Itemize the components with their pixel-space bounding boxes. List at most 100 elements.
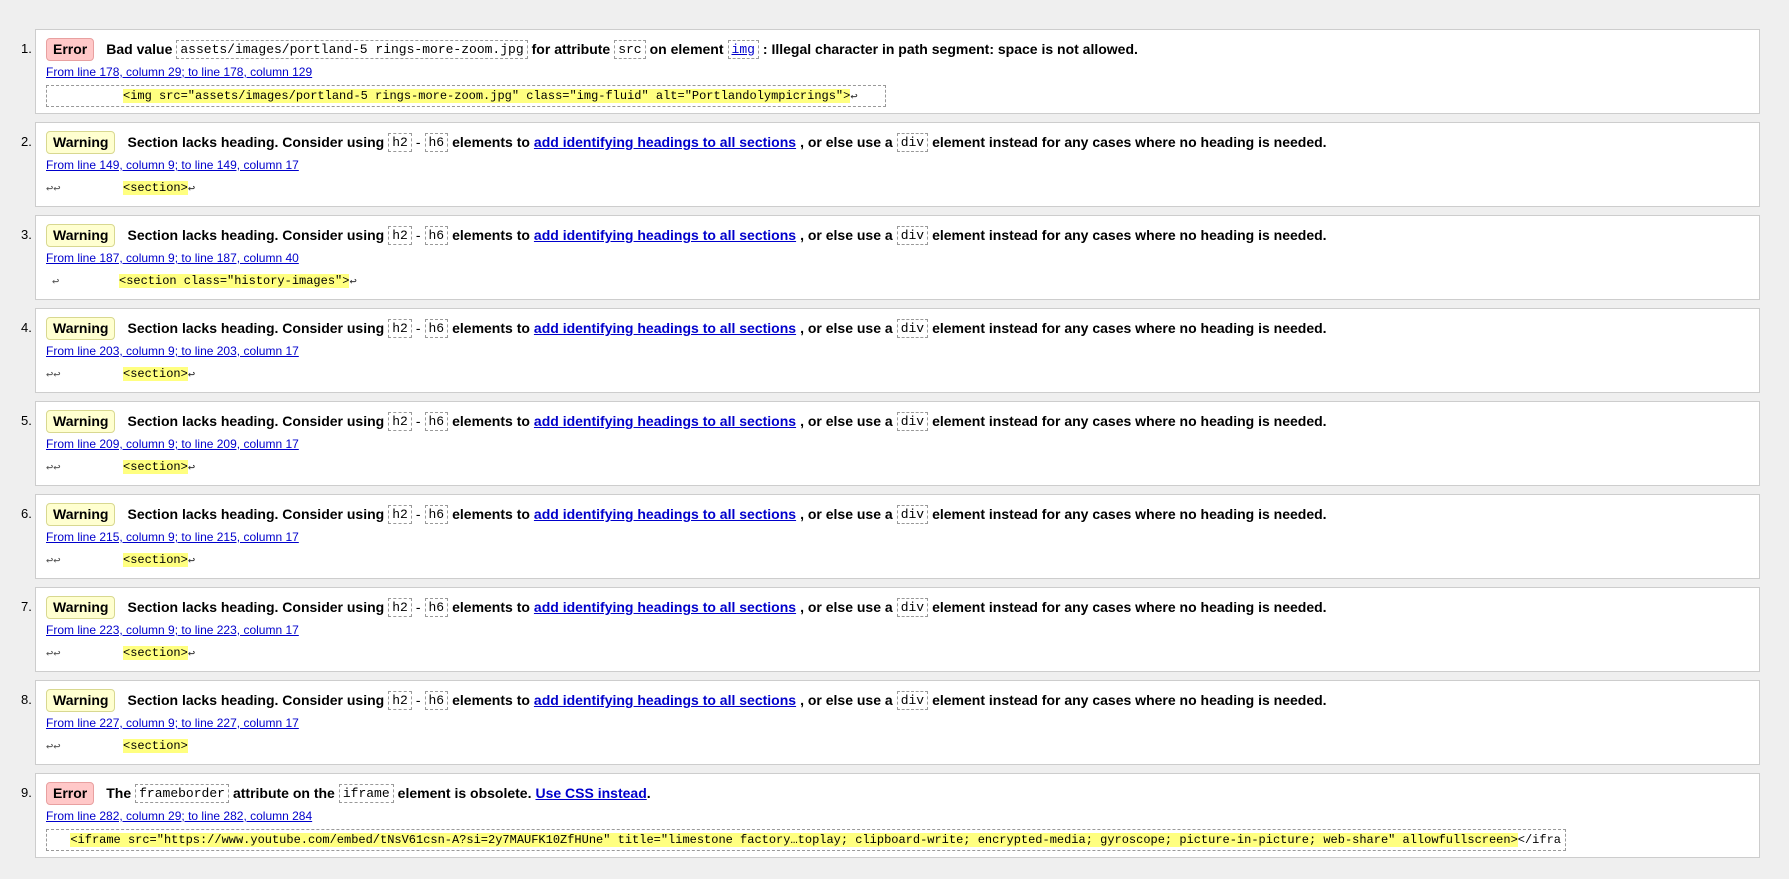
message-segment: element instead for any cases where no h… [932, 599, 1327, 615]
message-text: Warning Section lacks heading. Consider … [46, 409, 1327, 433]
message-segment: Section lacks heading. Consider using [127, 134, 385, 150]
message-segment: element instead for any cases where no h… [932, 320, 1327, 336]
code-div: div [896, 690, 929, 710]
message-number: 2. [21, 134, 32, 149]
message-segment: , or else use a [800, 692, 893, 708]
code-h2: h2 [388, 132, 412, 152]
headings-help-link[interactable]: add identifying headings to all sections [534, 692, 796, 708]
message-item: 9. Error The frameborder attribute on th… [21, 773, 1760, 858]
message-segment: elements to [452, 134, 530, 150]
return-icon: ↩↩ [46, 739, 61, 754]
location-link[interactable]: From line 209, column 9; to line 209, co… [46, 437, 299, 451]
code-element-link[interactable]: img [727, 39, 759, 59]
return-icon: ↩↩ [46, 460, 61, 475]
code-h2: h2 [388, 504, 412, 524]
extract-highlight: <section> [123, 646, 188, 660]
message-segment: element instead for any cases where no h… [932, 506, 1327, 522]
message-segment: , or else use a [800, 413, 893, 429]
return-icon: ↩ [187, 181, 196, 196]
message-text: Warning Section lacks heading. Consider … [46, 688, 1327, 712]
headings-help-link[interactable]: add identifying headings to all sections [534, 134, 796, 150]
message-text: Warning Section lacks heading. Consider … [46, 502, 1327, 526]
source-extract: ↩↩ <section> ↩ [46, 364, 195, 384]
message-segment: element instead for any cases where no h… [932, 413, 1327, 429]
message-segment: Section lacks heading. Consider using [127, 227, 385, 243]
message-segment: , or else use a [800, 134, 893, 150]
return-icon: ↩ [187, 646, 196, 661]
location-link[interactable]: From line 215, column 9; to line 215, co… [46, 530, 299, 544]
message-item: 1. Error Bad value assets/images/portlan… [21, 29, 1760, 114]
return-icon: ↩ [187, 553, 196, 568]
dash: - [415, 599, 421, 615]
code-h2: h2 [388, 597, 412, 617]
message-segment: elements to [452, 599, 530, 615]
message-segment: , or else use a [800, 599, 893, 615]
location-link[interactable]: From line 203, column 9; to line 203, co… [46, 344, 299, 358]
message-number: 8. [21, 692, 32, 707]
code-h6: h6 [424, 690, 449, 710]
message-segment: element instead for any cases where no h… [932, 692, 1327, 708]
headings-help-link[interactable]: add identifying headings to all sections [534, 320, 796, 336]
source-extract: <iframe src="https://www.youtube.com/emb… [46, 829, 1566, 851]
code-div: div [896, 132, 929, 152]
use-css-link[interactable]: Use CSS instead [535, 785, 646, 801]
location-link[interactable]: From line 223, column 9; to line 223, co… [46, 623, 299, 637]
message-item: 4. Warning Section lacks heading. Consid… [21, 308, 1760, 393]
message-segment: , or else use a [800, 506, 893, 522]
extract-highlight: <section> [123, 460, 188, 474]
message-segment: The [106, 785, 132, 801]
message-item: 2. Warning Section lacks heading. Consid… [21, 122, 1760, 207]
message-number: 1. [21, 41, 32, 56]
extract-highlight: <section> [123, 367, 188, 381]
warning-badge: Warning [46, 409, 116, 433]
message-text: Warning Section lacks heading. Consider … [46, 130, 1327, 154]
code-value: assets/images/portland-5 rings-more-zoom… [176, 39, 528, 59]
message-segment: , or else use a [800, 227, 893, 243]
code-h6: h6 [424, 411, 449, 431]
dash: - [415, 506, 421, 522]
location-link[interactable]: From line 282, column 29; to line 282, c… [46, 809, 312, 823]
headings-help-link[interactable]: add identifying headings to all sections [534, 506, 796, 522]
location-link[interactable]: From line 149, column 9; to line 149, co… [46, 158, 299, 172]
code-div: div [896, 411, 929, 431]
message-text: Error The frameborder attribute on the i… [46, 781, 651, 805]
message-segment: Section lacks heading. Consider using [127, 320, 385, 336]
message-segment: for attribute [531, 41, 611, 57]
message-segment: Section lacks heading. Consider using [127, 506, 385, 522]
extract-tail: </ifra [1517, 833, 1561, 847]
message-item: 7. Warning Section lacks heading. Consid… [21, 587, 1760, 672]
return-icon: ↩ [52, 274, 60, 289]
source-extract: ↩ <section class="history-images"> ↩ [46, 271, 357, 291]
source-extract: ↩↩ <section> ↩ [46, 178, 195, 198]
message-text: Warning Section lacks heading. Consider … [46, 595, 1327, 619]
warning-badge: Warning [46, 688, 116, 712]
error-badge: Error [46, 37, 95, 61]
headings-help-link[interactable]: add identifying headings to all sections [534, 599, 796, 615]
message-segment: Section lacks heading. Consider using [127, 599, 385, 615]
source-extract: ↩↩ <section> [46, 736, 188, 756]
code-element: iframe [338, 783, 394, 803]
headings-help-link[interactable]: add identifying headings to all sections [534, 413, 796, 429]
return-icon: ↩↩ [46, 646, 61, 661]
code-div: div [896, 597, 929, 617]
headings-help-link[interactable]: add identifying headings to all sections [534, 227, 796, 243]
message-segment: attribute on the [232, 785, 335, 801]
code-h6: h6 [424, 132, 449, 152]
location-link[interactable]: From line 227, column 9; to line 227, co… [46, 716, 299, 730]
code-div: div [896, 225, 929, 245]
message-number: 3. [21, 227, 32, 242]
source-extract: ↩↩ <section> ↩ [46, 457, 195, 477]
return-icon: ↩ [187, 367, 196, 382]
message-segment: element is obsolete. [397, 785, 532, 801]
message-text: Error Bad value assets/images/portland-5… [46, 37, 1138, 61]
extract-highlight: <img src="assets/images/portland-5 rings… [123, 89, 851, 103]
message-segment: : Illegal character in path segment: spa… [762, 41, 1138, 57]
source-extract: <img src="assets/images/portland-5 rings… [46, 85, 886, 107]
warning-badge: Warning [46, 130, 116, 154]
dash: - [415, 227, 421, 243]
message-text: Warning Section lacks heading. Consider … [46, 223, 1327, 247]
location-link[interactable]: From line 178, column 29; to line 178, c… [46, 65, 312, 79]
dash: - [415, 413, 421, 429]
location-link[interactable]: From line 187, column 9; to line 187, co… [46, 251, 299, 265]
message-number: 9. [21, 785, 32, 800]
